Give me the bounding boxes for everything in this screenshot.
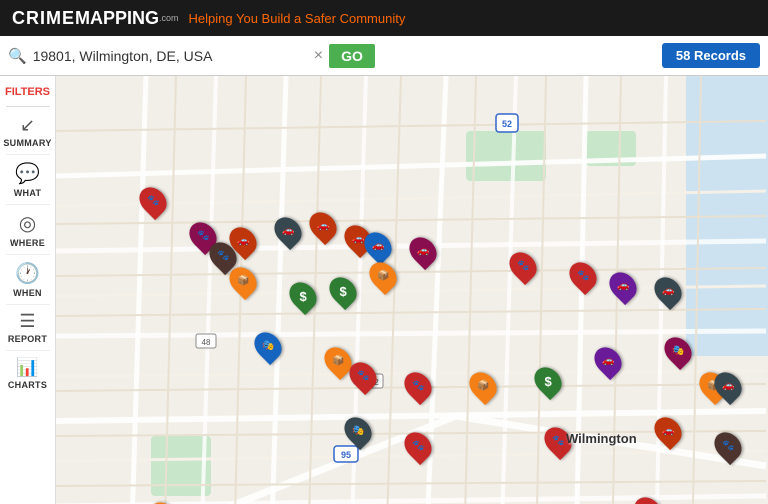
tagline: Helping You Build a Safer Community <box>189 11 406 26</box>
map-pins: 🐾🐾🐾🚗🚗🚗🚗🚗🚗📦$$📦🐾🐾🚗🚗🎭📦🐾🐾📦$🚗🎭📦🚗🎭🐾🐾🚗🐾📦$🚗🐾 <box>56 76 768 504</box>
map-pin[interactable]: 📦 <box>464 367 502 405</box>
map-pin[interactable]: 🐾 <box>399 367 437 405</box>
map-pin[interactable]: 🐾 <box>629 492 667 504</box>
map-pin[interactable]: 🎭 <box>339 412 377 450</box>
records-badge: 58 Records <box>662 43 760 68</box>
filters-label[interactable]: FILTERS <box>0 80 55 104</box>
what-icon: 💬 <box>15 161 40 186</box>
search-input[interactable] <box>33 48 308 64</box>
map-pin[interactable]: 🚗 <box>304 207 342 245</box>
wilmington-label: Wilmington <box>566 431 637 446</box>
clear-button[interactable]: × <box>314 47 323 65</box>
search-bar: 🔍 × GO 58 Records <box>0 36 768 76</box>
map-pin[interactable]: 🚗 <box>604 267 642 305</box>
where-icon: ◎ <box>19 211 36 236</box>
logo-crime: CRIME <box>12 8 75 29</box>
sidebar: FILTERS ↙ SUMMARY 💬 WHAT ◎ WHERE 🕐 WHEN … <box>0 76 56 504</box>
logo-com: .com <box>159 13 179 23</box>
map-pin[interactable]: 🐾 <box>564 257 602 295</box>
logo-mapping: MAPPING <box>75 8 159 29</box>
map-pin[interactable]: 🚗 <box>404 232 442 270</box>
report-icon: ☰ <box>19 311 35 332</box>
report-label: REPORT <box>8 334 47 344</box>
map-pin[interactable]: 🚗 <box>269 212 307 250</box>
summary-icon: ↙ <box>20 115 35 136</box>
when-label: WHEN <box>13 288 42 298</box>
sidebar-item-report[interactable]: ☰ REPORT <box>0 305 55 350</box>
go-button[interactable]: GO <box>329 44 375 68</box>
main-content: FILTERS ↙ SUMMARY 💬 WHAT ◎ WHERE 🕐 WHEN … <box>0 76 768 504</box>
map-pin[interactable]: 🚗 <box>649 412 687 450</box>
map-pin[interactable]: 🎭 <box>659 332 697 370</box>
map-pin[interactable]: 🐾 <box>134 182 172 220</box>
map-pin[interactable]: 🎭 <box>249 327 287 365</box>
what-label: WHAT <box>14 188 42 198</box>
summary-label: SUMMARY <box>3 138 51 148</box>
map-pin[interactable]: 📦 <box>144 497 182 504</box>
map-pin[interactable]: 📦 <box>364 257 402 295</box>
map-pin[interactable]: 🚗 <box>589 342 627 380</box>
when-icon: 🕐 <box>15 261 40 286</box>
search-icon: 🔍 <box>8 47 27 65</box>
map-pin[interactable]: $ <box>324 272 362 310</box>
charts-label: CHARTS <box>8 380 47 390</box>
map-pin[interactable]: $ <box>284 277 322 315</box>
sidebar-item-when[interactable]: 🕐 WHEN <box>0 255 55 304</box>
sidebar-item-where[interactable]: ◎ WHERE <box>0 205 55 254</box>
map-pin[interactable]: 🐾 <box>399 427 437 465</box>
sidebar-item-summary[interactable]: ↙ SUMMARY <box>0 109 55 154</box>
map-pin[interactable]: 🐾 <box>709 427 747 465</box>
map-pin[interactable]: $ <box>529 362 567 400</box>
map-area[interactable]: 95 48 202 52 🐾🐾🐾🚗🚗🚗🚗🚗🚗📦$$📦🐾🐾🚗🚗🎭📦🐾🐾📦$🚗🎭📦🚗… <box>56 76 768 504</box>
sidebar-item-what[interactable]: 💬 WHAT <box>0 155 55 204</box>
charts-icon: 📊 <box>16 357 38 378</box>
map-pin[interactable]: 🐾 <box>504 247 542 285</box>
sidebar-item-charts[interactable]: 📊 CHARTS <box>0 351 55 396</box>
map-pin[interactable]: 🚗 <box>649 272 687 310</box>
app-header: CRIMEMAPPING.com Helping You Build a Saf… <box>0 0 768 36</box>
where-label: WHERE <box>10 238 45 248</box>
